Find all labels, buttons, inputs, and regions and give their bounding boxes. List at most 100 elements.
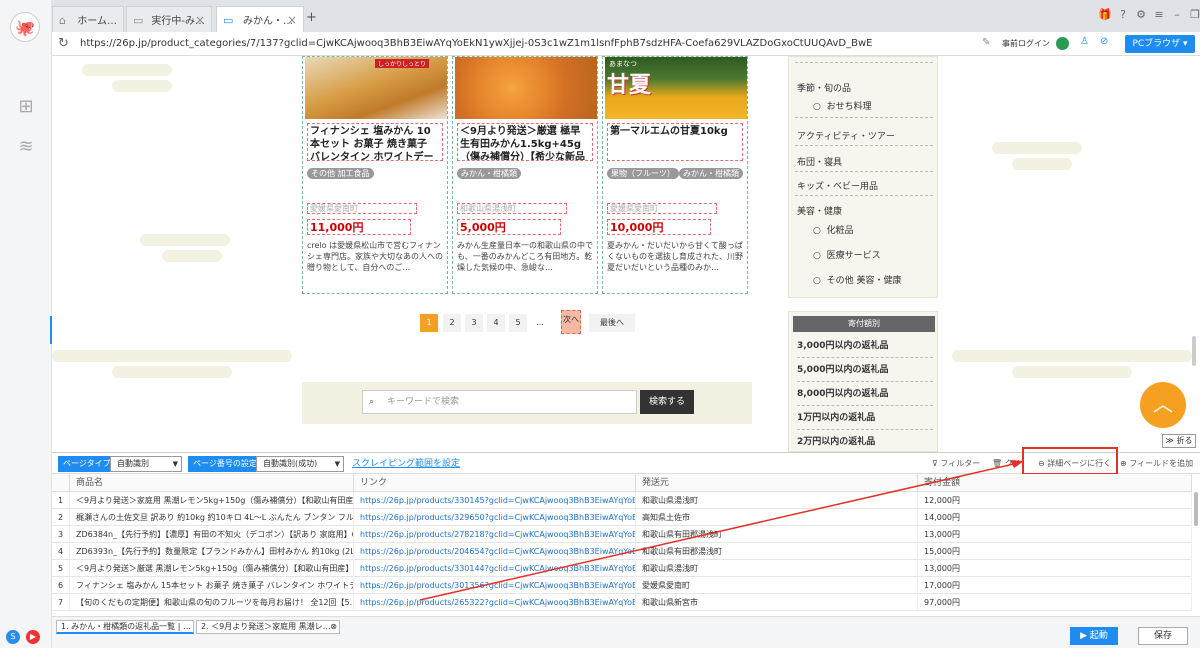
go-detail-page-button[interactable]: ⊖ 詳細ページに行く (1038, 457, 1111, 471)
table-cell-origin[interactable]: 和歌山県有田郡湯浅町 (636, 526, 918, 543)
table-cell-link[interactable]: https://26p.jp/products/329650?gclid=Cjw… (354, 509, 636, 526)
url-field[interactable]: https://26p.jp/product_categories/7/137?… (80, 35, 1000, 53)
add-field-button[interactable]: ⊕ フィールドを追加 (1120, 457, 1193, 471)
table-cell-link[interactable]: https://26p.jp/products/204654?gclid=Cjw… (354, 543, 636, 560)
table-cell-no[interactable]: 4 (52, 543, 70, 560)
table-row[interactable]: 2 梶瀬さんの土佐文旦 訳あり 約10kg 約10キロ 4L～L ぶんたん ブンタ… (52, 509, 1192, 526)
table-cell-no[interactable]: 5 (52, 560, 70, 577)
column-header-amount[interactable]: 寄付金額 (918, 474, 1192, 492)
table-cell-no[interactable]: 7 (52, 594, 70, 611)
table-cell-no[interactable]: 2 (52, 509, 70, 526)
tab-mikan[interactable]: ▭ みかん・… × (216, 6, 304, 32)
page-5[interactable]: 5 (509, 314, 527, 332)
table-row[interactable]: 3 ZD6384n_【先行予約】【濃厚】有田の不知火（デコポン）【訳あり 家庭用】… (52, 526, 1192, 543)
column-header-link[interactable]: リンク (354, 474, 636, 492)
scrape-range-link[interactable]: スクレイピング範囲を設定 (352, 457, 460, 471)
category-tag[interactable]: みかん・柑橘類 (457, 168, 521, 179)
donation-item[interactable]: 5,000円以内の返礼品 (797, 360, 933, 382)
table-cell-link[interactable]: https://26p.jp/products/265322?gclid=Cjw… (354, 594, 636, 611)
tab-home[interactable]: ⌂ ホーム… (52, 6, 124, 32)
page-3[interactable]: 3 (465, 314, 483, 332)
skype-icon[interactable]: S (6, 630, 20, 644)
table-cell-origin[interactable]: 和歌山県湯浅町 (636, 492, 918, 509)
category-tag[interactable]: 果物（フルーツ） (607, 168, 679, 179)
pc-browser-select[interactable]: PCブラウザ ▾ (1125, 35, 1195, 53)
table-cell-name[interactable]: ＜9月より発送＞厳選 黒潮レモン5kg+150g（傷み補償分）【和歌山有田産】… (70, 560, 354, 577)
table-cell-name[interactable]: 【旬のくだもの定期便】和歌山県の旬のフルーツを毎月お届け！ 全12回【5… (70, 594, 354, 611)
table-cell-name[interactable]: ＜9月より発送＞家庭用 黒潮レモン5kg+150g（傷み補償分）【和歌山有田産】… (70, 492, 354, 509)
table-cell-origin[interactable]: 愛媛県愛南町 (636, 577, 918, 594)
pre-login-button[interactable]: 事前ログイン (1002, 38, 1050, 49)
column-header-origin[interactable]: 発送元 (636, 474, 918, 492)
donation-item[interactable]: 1万円以内の返礼品 (797, 408, 933, 430)
table-cell-amount[interactable]: 13,000円 (918, 560, 1192, 577)
product-card[interactable]: あまなつ 甘夏 第一マルエムの甘夏10kg 果物（フルーツ） みかん・柑橘類 愛… (602, 56, 748, 294)
table-row[interactable]: 1 ＜9月より発送＞家庭用 黒潮レモン5kg+150g（傷み補償分）【和歌山有田産… (52, 492, 1192, 509)
table-cell-name[interactable]: ZD6384n_【先行予約】【濃厚】有田の不知火（デコポン）【訳あり 家庭用】6… (70, 526, 354, 543)
nav-item-beauty[interactable]: 美容・健康 (797, 204, 842, 217)
page-number-select[interactable]: 自動識別(成功) ▼ (256, 456, 344, 472)
table-cell-amount[interactable]: 17,000円 (918, 577, 1192, 594)
product-title[interactable]: 第一マルエムの甘夏10kg (607, 123, 743, 161)
search-button[interactable]: 検索する (640, 390, 694, 414)
layers-icon[interactable]: ≋ (15, 136, 37, 158)
tab-running[interactable]: ▭ 実行中-み… × (126, 6, 212, 32)
settings-icon[interactable]: ⚙ (1134, 8, 1148, 22)
filter-button[interactable]: ⊽ フィルター (932, 457, 980, 471)
table-cell-origin[interactable]: 高知県土佐市 (636, 509, 918, 526)
table-cell-origin[interactable]: 和歌山県湯浅町 (636, 560, 918, 577)
page-4[interactable]: 4 (487, 314, 505, 332)
status-icon[interactable] (1056, 37, 1069, 50)
minimize-icon[interactable]: – (1170, 8, 1184, 22)
table-cell-amount[interactable]: 97,000円 (918, 594, 1192, 611)
page-type-select[interactable]: 自動識別 ▼ (110, 456, 182, 472)
run-button[interactable]: ▶ 起動 (1070, 627, 1118, 645)
column-header-name[interactable]: 商品名 (70, 474, 354, 492)
block-icon[interactable]: ⊘ (1100, 36, 1108, 47)
clear-button[interactable]: 🗑 クリ (992, 457, 1021, 471)
table-row[interactable]: 5 ＜9月より発送＞厳選 黒潮レモン5kg+150g（傷み補償分）【和歌山有田産】… (52, 560, 1192, 577)
category-tag[interactable]: その他 加工食品 (307, 168, 374, 179)
product-image[interactable]: あまなつ 甘夏 (605, 57, 747, 119)
table-row[interactable]: 7 【旬のくだもの定期便】和歌山県の旬のフルーツを毎月お届け！ 全12回【5… ht… (52, 594, 1192, 611)
product-image[interactable]: しっかりしっとり (305, 57, 447, 119)
gift-icon[interactable]: 🎁 (1098, 8, 1112, 22)
nav-item-activity[interactable]: アクティビティ・ツアー (797, 129, 895, 142)
table-cell-amount[interactable]: 13,000円 (918, 526, 1192, 543)
table-cell-name[interactable]: ZD6393n_【先行予約】数量限定【ブランドみかん】田村みかん 約10kg (… (70, 543, 354, 560)
category-tag[interactable]: みかん・柑橘類 (679, 168, 743, 179)
table-cell-amount[interactable]: 12,000円 (918, 492, 1192, 509)
table-row[interactable]: 4 ZD6393n_【先行予約】数量限定【ブランドみかん】田村みかん 約10kg … (52, 543, 1192, 560)
table-cell-link[interactable]: https://26p.jp/products/330145?gclid=Cjw… (354, 492, 636, 509)
result-tab-1[interactable]: 1. みかん・柑橘類の返礼品一覧 | … (56, 620, 194, 634)
user-agent-icon[interactable]: ♙ (1080, 36, 1089, 47)
table-cell-link[interactable]: https://26p.jp/products/330144?gclid=Cjw… (354, 560, 636, 577)
table-cell-amount[interactable]: 15,000円 (918, 543, 1192, 560)
last-page-button[interactable]: 最後へ (589, 314, 635, 332)
table-scrollbar[interactable] (1194, 492, 1198, 526)
table-cell-no[interactable]: 6 (52, 577, 70, 594)
new-tab-icon[interactable]: + (306, 10, 317, 25)
table-cell-name[interactable]: 梶瀬さんの土佐文旦 訳あり 約10kg 約10キロ 4L～L ぶんたん ブンタン… (70, 509, 354, 526)
reload-icon[interactable]: ↻ (58, 36, 69, 51)
nav-subitem-other-beauty[interactable]: ○ その他 美容・健康 (813, 273, 901, 286)
table-cell-link[interactable]: https://26p.jp/products/278218?gclid=Cjw… (354, 526, 636, 543)
save-button[interactable]: 保存 (1138, 627, 1188, 645)
product-title[interactable]: ＜9月より発送＞厳選 極早生有田みかん1.5kg+45g（傷み補償分）【希少な新… (457, 123, 593, 161)
nav-item-season[interactable]: 季節・旬の品 (797, 81, 851, 94)
fold-button[interactable]: ≫ 折る (1162, 434, 1196, 448)
help-icon[interactable]: ? (1116, 8, 1130, 22)
youtube-icon[interactable]: ▶ (26, 630, 40, 644)
next-page-button[interactable]: 次へ (561, 310, 581, 334)
table-cell-origin[interactable]: 和歌山県新宮市 (636, 594, 918, 611)
keyword-search-input[interactable]: ⌕ キーワードで検索 (362, 390, 637, 414)
web-scrollbar[interactable] (1192, 336, 1196, 366)
table-cell-no[interactable]: 3 (52, 526, 70, 543)
donation-item[interactable]: 3,000円以内の返礼品 (797, 336, 933, 358)
table-cell-name[interactable]: フィナンシェ 塩みかん 15本セット お菓子 焼き菓子 バレンタイン ホワイトデ… (70, 577, 354, 594)
result-tab-2[interactable]: 2. ＜9月より発送＞家庭用 黒潮レ… ⊗ (196, 620, 340, 634)
donation-item[interactable]: 8,000円以内の返礼品 (797, 384, 933, 406)
table-cell-link[interactable]: https://26p.jp/products/301356?gclid=Cjw… (354, 577, 636, 594)
table-row[interactable]: 6 フィナンシェ 塩みかん 15本セット お菓子 焼き菓子 バレンタイン ホワイト… (52, 577, 1192, 594)
table-cell-no[interactable]: 1 (52, 492, 70, 509)
